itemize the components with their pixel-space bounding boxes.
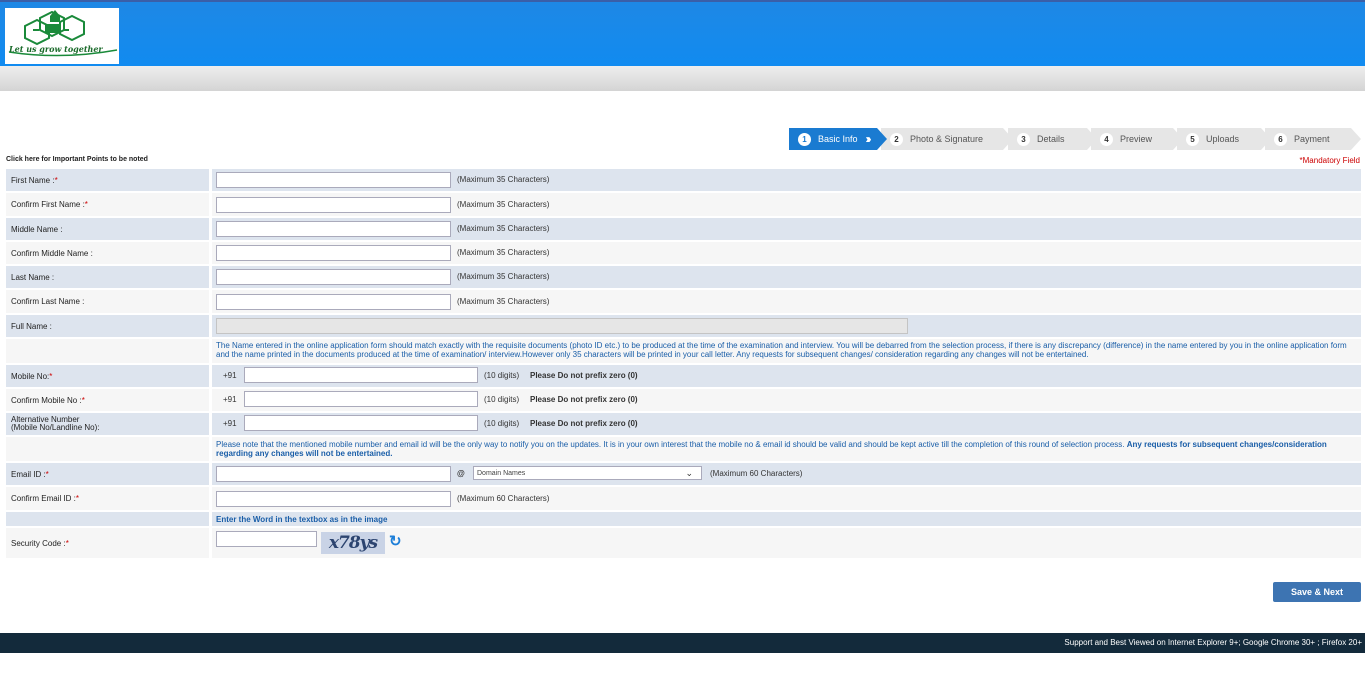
confirm-mobile-label: Confirm Mobile No :: [11, 395, 82, 405]
first-name-input[interactable]: [216, 172, 451, 188]
mandatory-note: *Mandatory Field: [1299, 156, 1360, 165]
step-basic-info: 1 Basic Info ›››: [789, 128, 887, 150]
row-last-name: Last Name : (Maximum 35 Characters): [6, 266, 1361, 288]
name-matching-note: The Name entered in the online applicati…: [216, 341, 1347, 359]
logo: Let us grow together: [5, 8, 119, 64]
at-sign: @: [457, 469, 465, 478]
row-full-name: Full Name :: [6, 315, 1361, 337]
sub-header-bar: [0, 66, 1365, 91]
row-captcha-instruction: Enter the Word in the textbox as in the …: [6, 512, 1361, 526]
row-first-name: First Name : * (Maximum 35 Characters): [6, 169, 1361, 191]
svg-text:Let us grow together: Let us grow together: [8, 44, 103, 54]
full-name-label: Full Name :: [11, 321, 52, 331]
footer-support-text: Support and Best Viewed on Internet Expl…: [1064, 638, 1362, 647]
important-points-link[interactable]: Click here for Important Points to be no…: [6, 156, 148, 163]
row-middle-name: Middle Name : (Maximum 35 Characters): [6, 218, 1361, 240]
middle-name-label: Middle Name :: [11, 224, 63, 234]
row-alternative-number: Alternative Number (Mobile No/Landline N…: [6, 413, 1361, 435]
progress-steps: 1 Basic Info ››› 2 Photo & Signature 3 D…: [789, 128, 1361, 150]
captcha-image: x78ys: [321, 532, 385, 554]
step-uploads: 5 Uploads: [1177, 128, 1271, 150]
confirm-last-name-label: Confirm Last Name :: [11, 297, 85, 306]
step-details: 3 Details: [1008, 128, 1097, 150]
row-mobile: Mobile No: * +91 (10 digits) Please Do no…: [6, 365, 1361, 387]
mobile-label: Mobile No:: [11, 371, 50, 381]
security-code-label: Security Code :: [11, 538, 66, 548]
confirm-first-name-label: Confirm First Name :: [11, 200, 85, 209]
confirm-email-label: Confirm Email ID :: [11, 494, 76, 503]
mobile-prefix: +91: [223, 371, 237, 380]
chevron-down-icon: ⌄: [685, 468, 693, 478]
full-name-field: [216, 318, 908, 334]
top-header: Let us grow together: [0, 0, 1365, 66]
confirm-email-input[interactable]: [216, 491, 451, 507]
row-confirm-first-name: Confirm First Name : * (Maximum 35 Chara…: [6, 193, 1361, 216]
email-label: Email ID :: [11, 469, 46, 479]
contact-note: Please note that the mentioned mobile nu…: [216, 440, 1327, 458]
row-confirm-mobile: Confirm Mobile No : * +91 (10 digits) Ple…: [6, 389, 1361, 411]
mobile-input[interactable]: [244, 367, 478, 383]
confirm-mobile-input[interactable]: [244, 391, 478, 407]
last-name-label: Last Name :: [11, 272, 55, 282]
row-contact-note: Please note that the mentioned mobile nu…: [6, 437, 1361, 461]
footer: Support and Best Viewed on Internet Expl…: [0, 633, 1365, 653]
middle-name-input[interactable]: [216, 221, 451, 237]
double-chevron-icon: ›››: [865, 132, 872, 146]
row-confirm-email: Confirm Email ID : * (Maximum 60 Charact…: [6, 487, 1361, 510]
confirm-last-name-input[interactable]: [216, 294, 451, 310]
captcha-instruction: Enter the Word in the textbox as in the …: [216, 515, 388, 524]
row-confirm-last-name: Confirm Last Name : (Maximum 35 Characte…: [6, 290, 1361, 313]
security-code-input[interactable]: [216, 531, 317, 547]
row-confirm-middle-name: Confirm Middle Name : (Maximum 35 Charac…: [6, 242, 1361, 264]
confirm-first-name-input[interactable]: [216, 197, 451, 213]
row-security-code: Security Code : * x78ys ↻: [6, 528, 1361, 558]
confirm-middle-name-label: Confirm Middle Name :: [11, 248, 93, 258]
step-preview: 4 Preview: [1091, 128, 1183, 150]
alt-number-input[interactable]: [244, 415, 478, 431]
save-next-button[interactable]: Save & Next: [1273, 582, 1361, 602]
first-name-label: First Name :: [11, 175, 55, 185]
step-payment: 6 Payment: [1265, 128, 1361, 150]
row-name-note: The Name entered in the online applicati…: [6, 339, 1361, 363]
confirm-middle-name-input[interactable]: [216, 245, 451, 261]
email-input[interactable]: [216, 466, 451, 482]
domain-select[interactable]: Domain Names ⌄: [473, 466, 702, 480]
row-email: Email ID : * @ Domain Names ⌄ (Maximum 60…: [6, 463, 1361, 485]
last-name-input[interactable]: [216, 269, 451, 285]
step-photo-signature: 2 Photo & Signature: [881, 128, 1013, 150]
refresh-icon[interactable]: ↻: [389, 532, 402, 550]
